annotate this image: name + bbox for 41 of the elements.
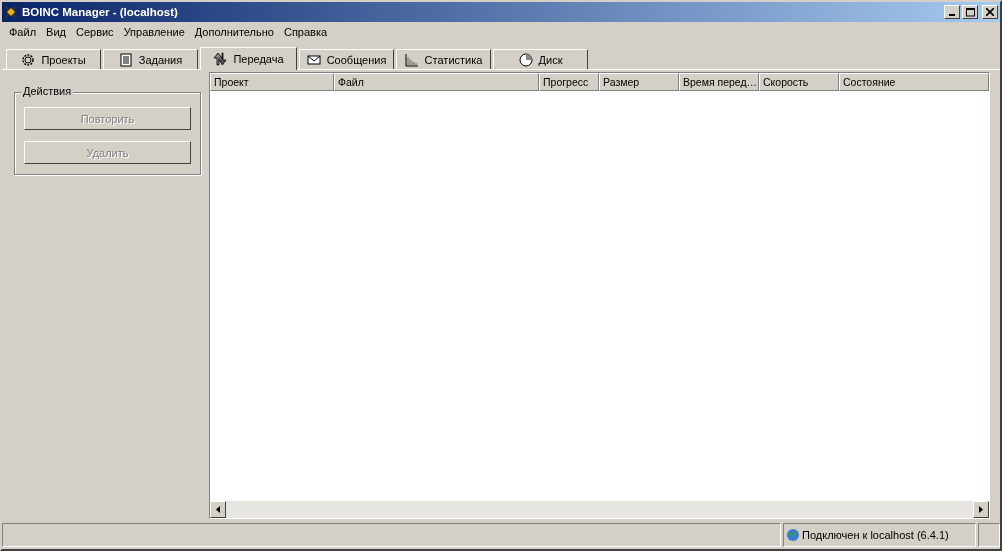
menu-item[interactable]: Файл bbox=[4, 25, 42, 38]
column-header[interactable]: Скорость bbox=[759, 73, 839, 91]
menu-item[interactable]: Управление bbox=[118, 25, 190, 38]
tab[interactable]: Сообщения bbox=[299, 49, 394, 69]
gear-icon bbox=[21, 52, 36, 67]
envelope-icon bbox=[306, 52, 321, 67]
column-header[interactable]: Прогресс bbox=[539, 73, 599, 91]
minimize-button[interactable] bbox=[944, 5, 960, 19]
group-label: Действия bbox=[21, 85, 74, 97]
column-header[interactable]: Файл bbox=[334, 73, 539, 91]
column-header[interactable]: Время перед… bbox=[679, 73, 759, 91]
tab[interactable]: Статистика bbox=[396, 49, 491, 69]
close-icon bbox=[986, 8, 994, 16]
menu-item[interactable]: Вид bbox=[41, 25, 71, 38]
scroll-right-button[interactable] bbox=[973, 501, 989, 518]
menu-item[interactable]: Справка bbox=[278, 25, 333, 38]
horizontal-scrollbar[interactable] bbox=[210, 501, 989, 518]
globe-icon bbox=[786, 528, 800, 542]
resize-grip[interactable] bbox=[978, 523, 1000, 547]
tab[interactable]: Проекты bbox=[6, 49, 101, 69]
menu-item[interactable]: Дополнительно bbox=[189, 25, 279, 38]
tab[interactable]: Диск bbox=[493, 49, 588, 69]
column-header[interactable]: Проект bbox=[210, 73, 334, 91]
scroll-left-button[interactable] bbox=[210, 501, 226, 518]
right-arrow-icon bbox=[979, 506, 983, 513]
column-header[interactable]: Состояние bbox=[839, 73, 989, 91]
bar-chart-icon bbox=[404, 52, 419, 67]
arrows-icon bbox=[213, 52, 228, 66]
tab[interactable]: Передача bbox=[200, 47, 297, 70]
pie-chart-icon bbox=[518, 52, 533, 67]
connection-status: Подключен к localhost (6.4.1) bbox=[802, 529, 949, 541]
maximize-icon bbox=[965, 7, 975, 17]
window-title: BOINC Manager - (localhost) bbox=[22, 6, 179, 18]
left-arrow-icon bbox=[216, 506, 220, 513]
column-header[interactable]: Размер bbox=[599, 73, 679, 91]
maximize-button[interactable] bbox=[962, 5, 978, 19]
app-icon bbox=[4, 5, 18, 19]
tab[interactable]: Задания bbox=[103, 49, 198, 69]
menu-item[interactable]: Сервис bbox=[70, 25, 119, 38]
document-icon bbox=[118, 52, 133, 67]
close-button[interactable] bbox=[982, 5, 998, 19]
